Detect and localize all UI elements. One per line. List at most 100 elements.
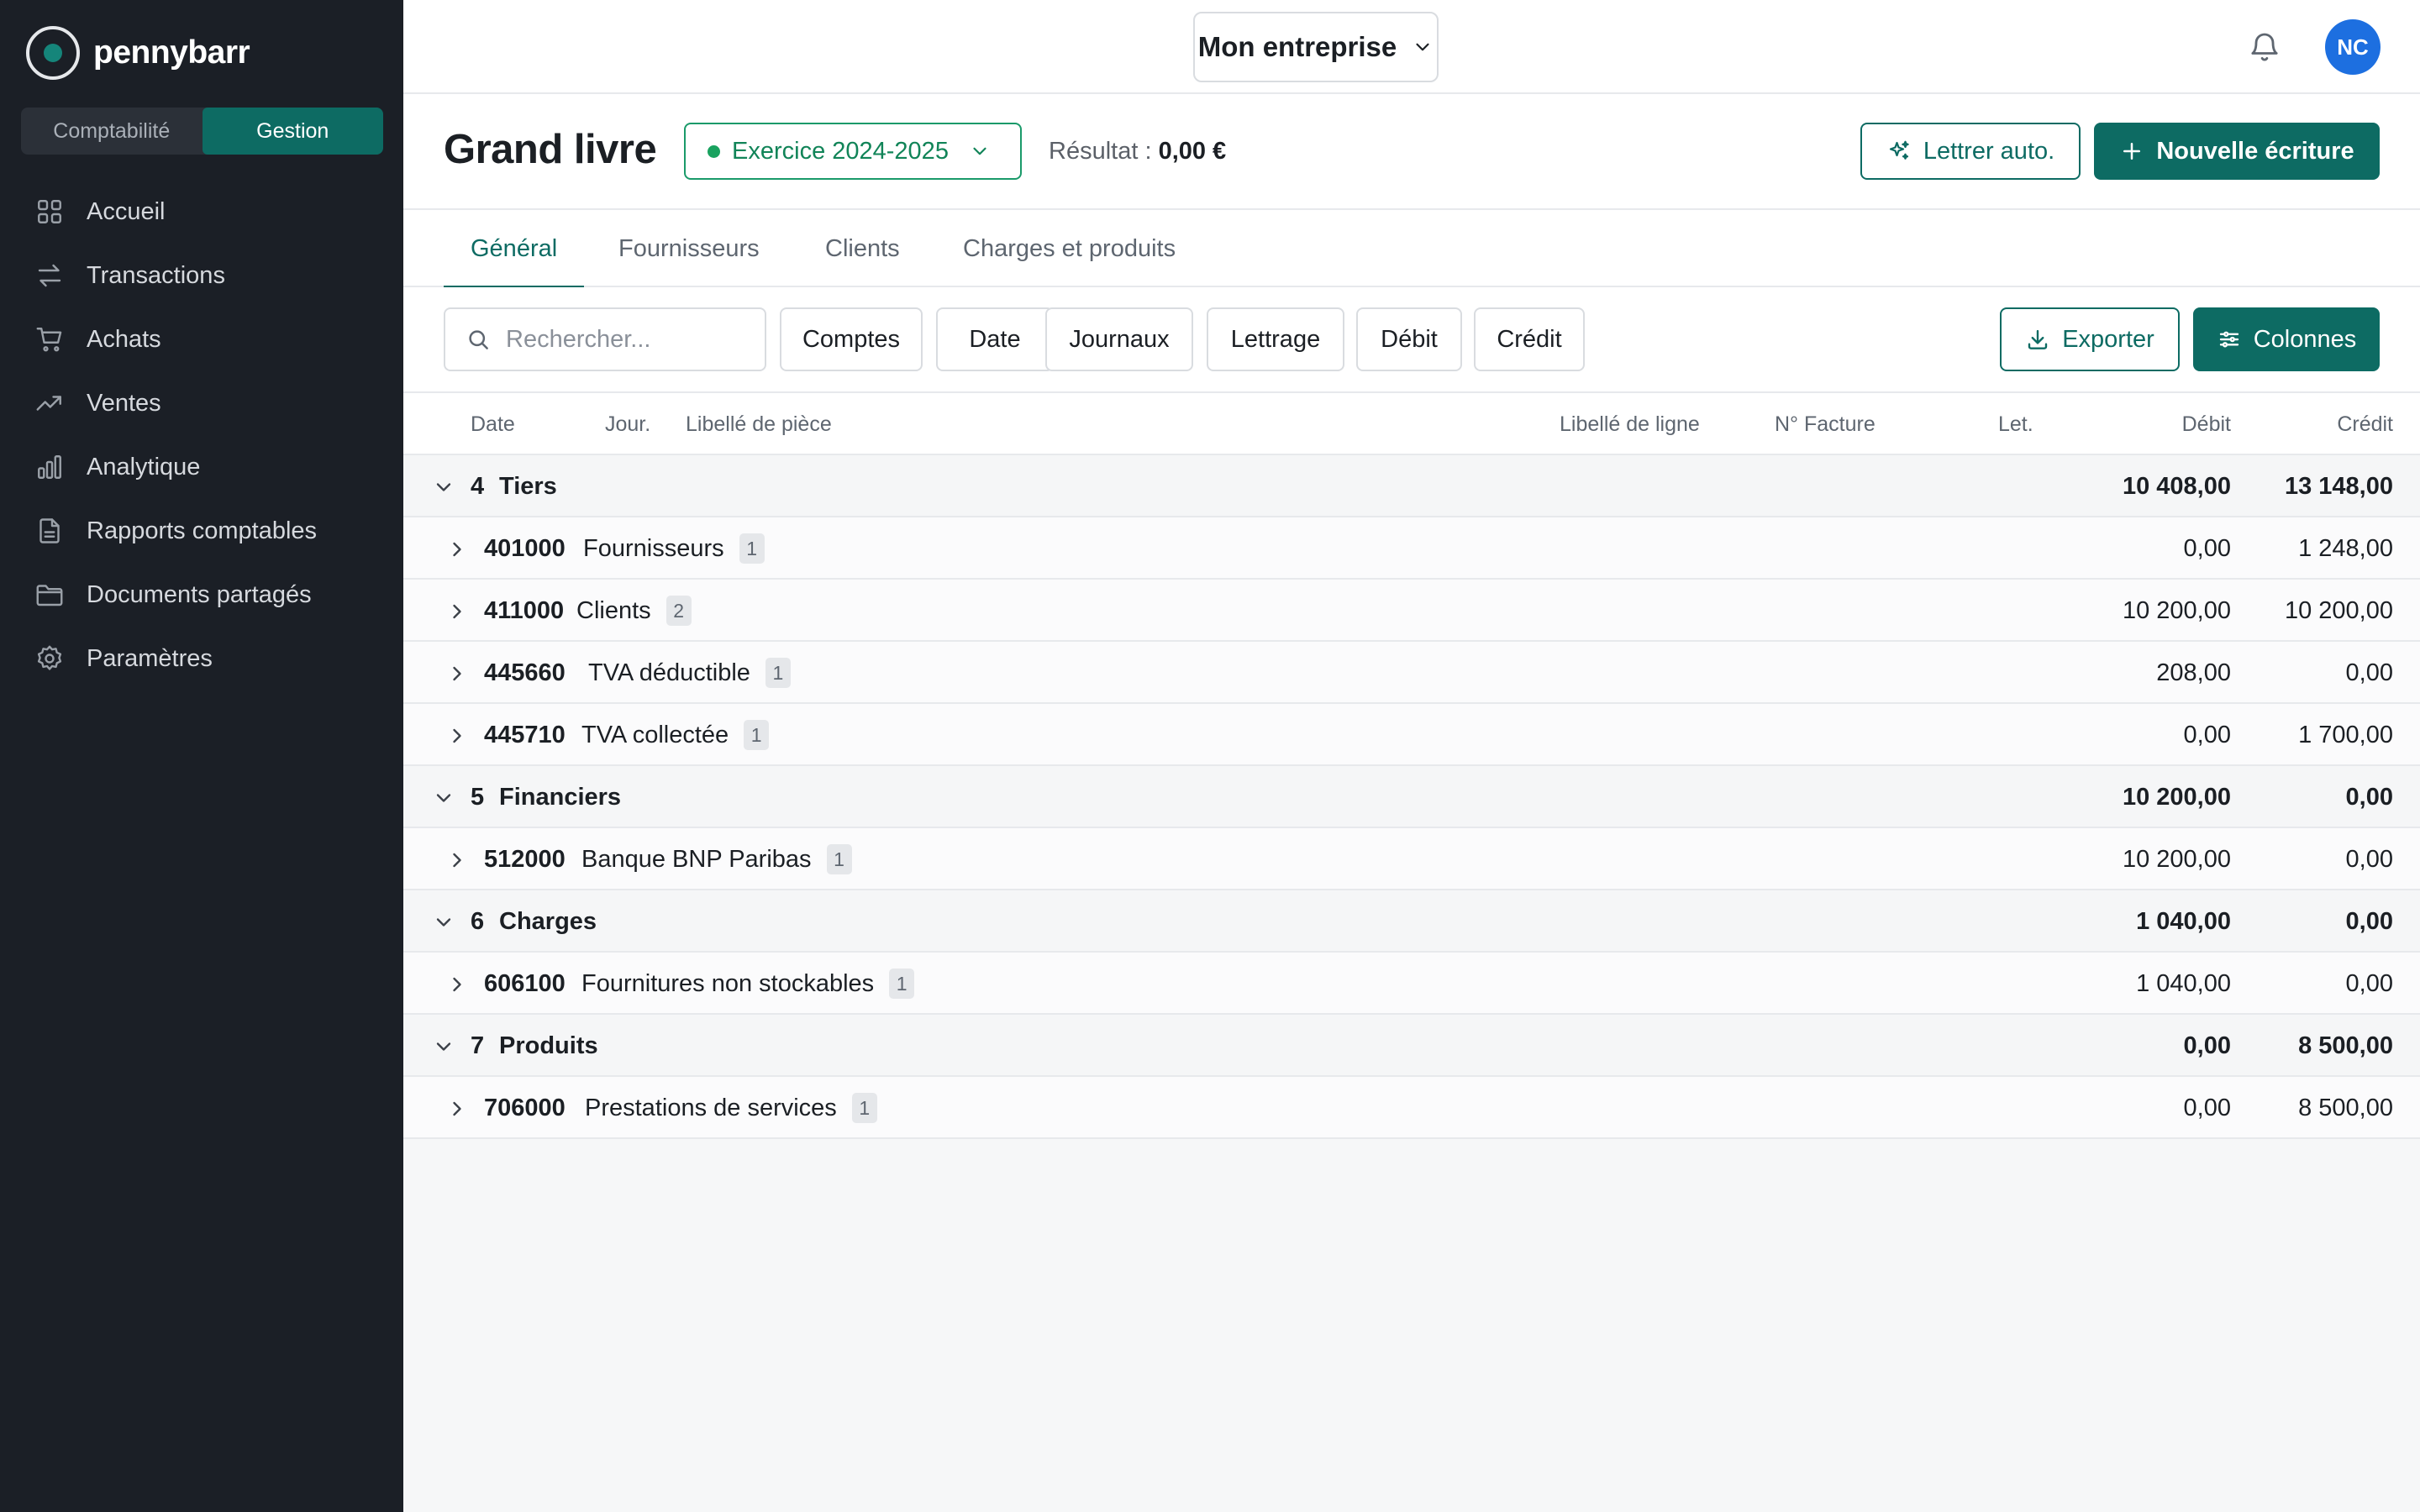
avatar[interactable]: NC	[2325, 19, 2381, 75]
transfer-arrows-icon	[38, 264, 61, 287]
sidebar-item-achats[interactable]: Achats	[0, 307, 403, 371]
table-body: 4 Tiers 10 408,00 13 148,00 401000 Fourn…	[403, 455, 2420, 1139]
table-row-account[interactable]: 706000 Prestations de services 1 0,00 8 5…	[403, 1077, 2420, 1139]
account-label: TVA collectée	[581, 721, 729, 748]
account-label: Fournisseurs	[583, 534, 724, 562]
group-number: 7	[471, 1032, 485, 1059]
table-row-account[interactable]: 445660 TVA déductible 1 208,00 0,00	[403, 642, 2420, 704]
col-line-label[interactable]: Libellé de ligne	[1560, 393, 1700, 455]
chevron-down-icon[interactable]	[432, 786, 455, 810]
document-icon	[39, 518, 60, 543]
account-name: TVA déductible 1	[588, 642, 791, 704]
sidebar-item-documents[interactable]: Documents partagés	[0, 563, 403, 627]
col-piece-label[interactable]: Libellé de pièce	[686, 393, 832, 455]
col-credit[interactable]: Crédit	[2337, 393, 2393, 455]
group-number: 5	[471, 783, 485, 811]
tab-fournisseurs[interactable]: Fournisseurs	[618, 210, 760, 287]
sidebar-item-parametres[interactable]: Paramètres	[0, 627, 403, 690]
entry-count-badge: 1	[889, 969, 915, 999]
col-letter[interactable]: Let.	[1998, 393, 2033, 455]
col-invoice[interactable]: N° Facture	[1775, 393, 1876, 455]
table-row-group[interactable]: 7 Produits 0,00 8 500,00	[403, 1015, 2420, 1077]
company-selector[interactable]: Mon entreprise	[1193, 12, 1439, 82]
account-name: Clients 2	[576, 580, 692, 642]
account-number: 445710	[484, 721, 566, 748]
entry-count-badge: 1	[826, 844, 852, 874]
chevron-right-icon[interactable]	[445, 848, 469, 872]
chevron-right-icon[interactable]	[445, 1097, 469, 1121]
credit-amount: 0,00	[2345, 783, 2393, 811]
chevron-right-icon[interactable]	[445, 600, 469, 623]
filter-journaux-button[interactable]: Journaux	[1045, 307, 1193, 371]
auto-letter-button[interactable]: Lettrer auto.	[1860, 123, 2081, 180]
sidebar-item-ventes[interactable]: Ventes	[0, 371, 403, 435]
credit-amount: 10 200,00	[2284, 596, 2393, 624]
tab-clients[interactable]: Clients	[825, 210, 900, 287]
filter-date-button[interactable]: Date	[936, 307, 1054, 371]
filter-debit-button[interactable]: Débit	[1356, 307, 1462, 371]
shopping-cart-icon	[36, 328, 62, 352]
table-row-group[interactable]: 6 Charges 1 040,00 0,00	[403, 890, 2420, 953]
chevron-down-icon[interactable]	[432, 475, 455, 499]
group-name: Produits	[499, 1032, 598, 1059]
chevron-down-icon[interactable]	[432, 911, 455, 934]
credit-amount: 1 700,00	[2298, 721, 2393, 748]
chevron-down-icon	[973, 147, 986, 155]
mode-comptabilite-button[interactable]: Comptabilité	[21, 108, 203, 155]
table-row-account[interactable]: 401000 Fournisseurs 1 0,00 1 248,00	[403, 517, 2420, 580]
account-number: 445660	[484, 659, 566, 686]
entry-count-badge: 1	[851, 1093, 877, 1123]
chevron-right-icon[interactable]	[445, 973, 469, 996]
sidebar-item-rapports[interactable]: Rapports comptables	[0, 499, 403, 563]
table-header: Date Jour. Libellé de pièce Libellé de l…	[403, 393, 2420, 455]
table-row-account[interactable]: 411000 Clients 2 10 200,00 10 200,00	[403, 580, 2420, 642]
mode-gestion-button[interactable]: Gestion	[202, 108, 383, 155]
col-journal[interactable]: Jour.	[605, 393, 650, 455]
trend-up-icon	[36, 396, 61, 411]
filter-bar: Comptes Date Journaux Lettrage Débit Cré…	[403, 287, 2420, 393]
filter-lettrage-button[interactable]: Lettrage	[1207, 307, 1344, 371]
tab-charges-produits[interactable]: Charges et produits	[963, 210, 1176, 287]
entry-count-badge: 1	[739, 533, 765, 564]
sidebar-item-analytique[interactable]: Analytique	[0, 435, 403, 499]
debit-amount: 10 200,00	[2122, 845, 2231, 873]
sidebar-item-transactions[interactable]: Transactions	[0, 244, 403, 307]
table-row-account[interactable]: 606100 Fournitures non stockables 1 1 040…	[403, 953, 2420, 1015]
bell-icon[interactable]	[2248, 30, 2281, 64]
chevron-right-icon[interactable]	[445, 724, 469, 748]
exercise-selector[interactable]: Exercice 2024-2025	[684, 123, 1022, 180]
entry-count-badge: 1	[744, 720, 770, 750]
sidebar-item-label: Ventes	[87, 389, 161, 417]
sidebar-item-accueil[interactable]: Accueil	[0, 180, 403, 244]
table-row-account[interactable]: 512000 Banque BNP Paribas 1 10 200,00 0,0…	[403, 828, 2420, 890]
company-name: Mon entreprise	[1197, 31, 1397, 62]
new-entry-button[interactable]: Nouvelle écriture	[2094, 123, 2380, 180]
filter-credit-button[interactable]: Crédit	[1474, 307, 1585, 371]
chevron-down-icon[interactable]	[432, 1035, 455, 1058]
tab-general[interactable]: Général	[444, 210, 585, 289]
filter-comptes-button[interactable]: Comptes	[780, 307, 923, 371]
export-button[interactable]: Exporter	[2000, 307, 2180, 371]
credit-amount: 0,00	[2345, 907, 2393, 935]
sidebar-item-label: Transactions	[87, 261, 225, 289]
sparkles-icon	[1889, 140, 1909, 160]
table-row-group[interactable]: 4 Tiers 10 408,00 13 148,00	[403, 455, 2420, 517]
table-row-account[interactable]: 445710 TVA collectée 1 0,00 1 700,00	[403, 704, 2420, 766]
grid-icon	[38, 200, 61, 223]
account-label: Fournitures non stockables	[581, 969, 875, 997]
credit-amount: 1 248,00	[2298, 534, 2393, 562]
search-input[interactable]	[506, 325, 758, 354]
app-logo[interactable]: pennybarr	[26, 26, 250, 80]
columns-button[interactable]: Colonnes	[2193, 307, 2380, 371]
account-number: 401000	[484, 534, 566, 562]
auto-letter-label: Lettrer auto.	[1923, 137, 2055, 165]
col-date[interactable]: Date	[471, 393, 515, 455]
chevron-right-icon[interactable]	[445, 538, 469, 561]
result-value: 0,00 €	[1158, 138, 1227, 165]
download-icon	[2028, 329, 2048, 349]
table-row-group[interactable]: 5 Financiers 10 200,00 0,00	[403, 766, 2420, 828]
sliders-icon	[2219, 331, 2238, 348]
folder-icon	[36, 585, 63, 606]
chevron-right-icon[interactable]	[445, 662, 469, 685]
col-debit[interactable]: Débit	[2182, 393, 2231, 455]
